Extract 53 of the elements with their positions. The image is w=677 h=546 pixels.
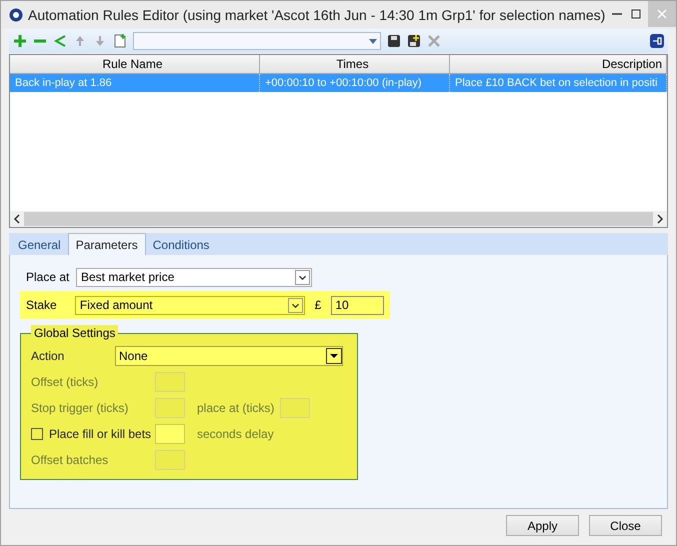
pin-icon[interactable] — [650, 34, 664, 48]
scrollbar-thumb[interactable] — [24, 212, 653, 226]
app-logo-icon — [9, 8, 23, 22]
tab[interactable]: Parameters — [68, 233, 146, 255]
checkbox[interactable] — [31, 428, 43, 440]
field-label: Offset batches — [31, 453, 110, 467]
close-icon — [656, 9, 667, 19]
tab[interactable]: General — [11, 235, 68, 255]
field-label: Action — [31, 349, 66, 363]
add-icon[interactable] — [13, 34, 27, 48]
dialog-button[interactable]: Close — [589, 515, 662, 536]
dropdown-caret-icon — [369, 38, 377, 44]
save-icon[interactable] — [387, 34, 401, 48]
group-title: Global Settings — [31, 325, 118, 341]
scroll-right-icon[interactable] — [656, 214, 664, 224]
field-label: Offset (ticks) — [31, 375, 100, 389]
amount-field[interactable]: 10 — [331, 296, 384, 314]
scroll-left-icon[interactable] — [13, 214, 21, 224]
column-header[interactable]: Times — [260, 55, 450, 74]
down-arrow-icon[interactable] — [93, 34, 107, 48]
rule-set-combo[interactable] — [133, 32, 381, 50]
delete-icon[interactable] — [427, 34, 441, 48]
save-new-icon[interactable] — [407, 34, 421, 48]
field-label: Stop trigger (ticks) — [31, 401, 130, 415]
minimize-icon — [612, 13, 622, 15]
input-field[interactable] — [280, 398, 310, 418]
table-cell: Back in-play at 1.86 — [10, 74, 260, 92]
input-field[interactable] — [155, 398, 185, 418]
currency-symbol: £ — [314, 298, 322, 312]
place-at-dropdown[interactable]: Best market price — [76, 268, 312, 286]
up-arrow-icon[interactable] — [73, 34, 87, 48]
dropdown-caret-icon[interactable] — [288, 298, 303, 312]
table-cell: +00:00:10 to +00:10:00 (in-play) — [260, 74, 450, 92]
tab[interactable]: Conditions — [146, 235, 216, 255]
dropdown-caret-icon[interactable] — [295, 270, 310, 284]
window-title: Automation Rules Editor (using market 'Ascot 16th Jun - 14:30 1m Grp1' for selection names) — [28, 7, 606, 23]
dialog-button[interactable]: Apply — [506, 515, 579, 536]
checkbox-label[interactable]: Place fill or kill bets — [49, 427, 152, 441]
maximize-icon — [630, 9, 641, 19]
close-button[interactable] — [648, 1, 676, 27]
stake-dropdown[interactable]: Fixed amount — [74, 296, 305, 314]
dropdown-caret-icon[interactable] — [326, 348, 342, 364]
field-label: place at (ticks) — [197, 401, 274, 415]
table-cell: Place £10 BACK bet on selection in positi — [450, 74, 667, 92]
input-field[interactable] — [155, 424, 185, 444]
input-field[interactable] — [155, 450, 185, 470]
field-label: seconds delay — [197, 427, 274, 441]
field-label: Stake — [26, 298, 58, 312]
action-dropdown[interactable]: None — [115, 346, 343, 366]
column-header[interactable]: Rule Name — [10, 55, 260, 74]
input-field[interactable] — [155, 372, 185, 392]
new-document-icon[interactable] — [113, 34, 127, 48]
column-header[interactable]: Description — [450, 55, 667, 74]
